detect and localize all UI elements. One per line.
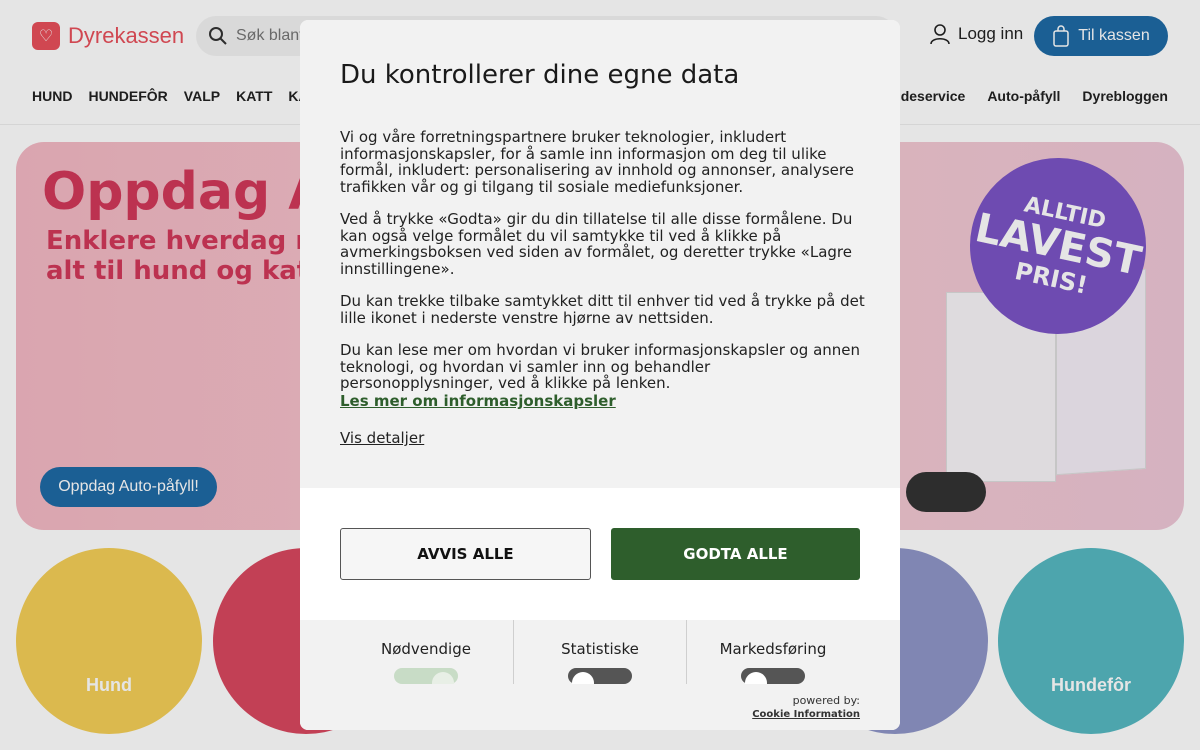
statistics-toggle[interactable]: [568, 668, 632, 684]
toggle-knob: [745, 672, 767, 684]
reject-all-button[interactable]: AVVIS ALLE: [340, 528, 591, 580]
powered-by-label: powered by:: [792, 694, 860, 707]
toggle-knob: [432, 672, 454, 684]
pref-label: Statistiske: [561, 640, 639, 658]
pref-necessary: Nødvendige: [340, 620, 512, 684]
marketing-toggle[interactable]: [741, 668, 805, 684]
dialog-paragraph: Du kan trekke tilbake samtykket ditt til…: [340, 292, 865, 327]
pref-statistics: Statistiske: [514, 620, 686, 684]
dialog-body: Vi og våre forretningspartnere bruker te…: [340, 129, 865, 408]
dialog-paragraph: Ved å trykke «Godta» gir du din tillatel…: [340, 210, 853, 278]
cookie-info-link[interactable]: Les mer om informasjonskapsler: [340, 392, 616, 410]
dialog-actions: AVVIS ALLE GODTA ALLE: [300, 488, 900, 620]
dialog-title: Du kontrollerer dine egne data: [340, 60, 740, 90]
cookie-consent-dialog: Du kontrollerer dine egne data Vi og vår…: [300, 20, 900, 730]
pref-marketing: Markedsføring: [687, 620, 859, 684]
accept-all-button[interactable]: GODTA ALLE: [611, 528, 860, 580]
cookie-information-link[interactable]: Cookie Information: [752, 708, 860, 722]
toggle-knob: [572, 672, 594, 684]
show-details-link[interactable]: Vis detaljer: [340, 429, 424, 447]
dialog-paragraph: Vi og våre forretningspartnere bruker te…: [340, 128, 854, 196]
pref-label: Nødvendige: [381, 640, 471, 658]
dialog-content: Du kontrollerer dine egne data Vi og vår…: [300, 20, 900, 488]
necessary-toggle[interactable]: [394, 668, 458, 684]
powered-by: powered by: Cookie Information: [752, 694, 860, 722]
pref-label: Markedsføring: [719, 640, 827, 658]
dialog-paragraph: Du kan lese mer om hvordan vi bruker inf…: [340, 341, 861, 392]
